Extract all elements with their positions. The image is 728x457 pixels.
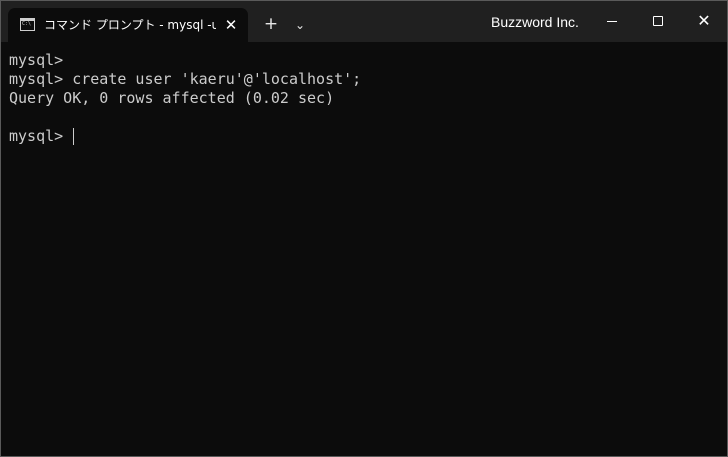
close-window-button[interactable]: ✕ [681, 1, 727, 42]
tab-dropdown-button[interactable]: ⌄ [290, 14, 310, 36]
tab-title: コマンド プロンプト - mysql -u root -p [44, 18, 216, 32]
text-cursor [73, 128, 74, 145]
chevron-down-icon: ⌄ [294, 18, 306, 32]
minimize-button[interactable] [589, 1, 635, 42]
terminal-line: mysql> [9, 51, 64, 69]
org-name: Buzzword Inc. [491, 14, 579, 30]
tab-close-button[interactable]: ✕ [222, 16, 240, 34]
plus-icon: + [263, 14, 279, 34]
cmd-icon [20, 18, 35, 31]
new-tab-button[interactable]: + [260, 13, 282, 35]
title-bar[interactable]: コマンド プロンプト - mysql -u root -p ✕ + ⌄ Buzz… [1, 1, 727, 42]
maximize-button[interactable] [635, 1, 681, 42]
maximize-icon [653, 16, 663, 26]
tab-command-prompt[interactable]: コマンド プロンプト - mysql -u root -p ✕ [8, 8, 248, 42]
terminal-output[interactable]: mysql> mysql> create user 'kaeru'@'local… [1, 42, 727, 456]
terminal-line: Query OK, 0 rows affected (0.02 sec) [9, 89, 335, 107]
terminal-prompt-line: mysql> [9, 127, 64, 145]
minimize-icon [607, 21, 617, 22]
close-icon: ✕ [697, 11, 711, 30]
terminal-window: コマンド プロンプト - mysql -u root -p ✕ + ⌄ Buzz… [0, 0, 728, 457]
terminal-line: mysql> create user 'kaeru'@'localhost'; [9, 70, 362, 88]
